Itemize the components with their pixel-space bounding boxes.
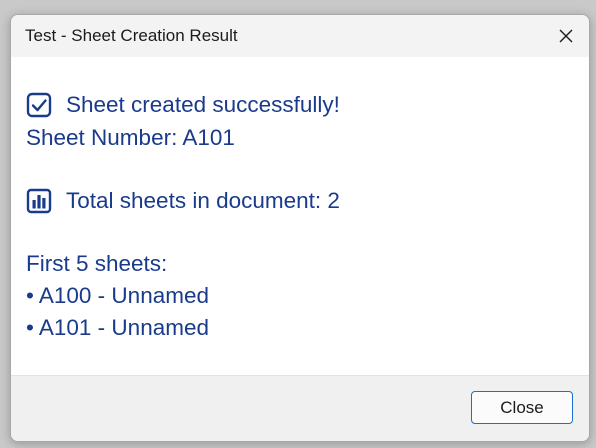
dialog-footer: Close <box>11 375 589 441</box>
dialog-window: Test - Sheet Creation Result Sheet creat… <box>10 14 590 442</box>
sheet-number-text: Sheet Number: A101 <box>26 125 235 150</box>
list-item: • A100 - Unnamed <box>26 283 209 308</box>
close-icon <box>559 29 573 43</box>
list-item: • A101 - Unnamed <box>26 315 209 340</box>
sheets-list-header: First 5 sheets: <box>26 251 168 276</box>
bar-chart-icon <box>26 188 52 214</box>
window-close-button[interactable] <box>543 15 589 57</box>
title-bar: Test - Sheet Creation Result <box>11 15 589 57</box>
check-box-icon <box>26 92 52 118</box>
close-button[interactable]: Close <box>471 391 573 424</box>
total-sheets-text: Total sheets in document: 2 <box>66 188 340 213</box>
total-sheets-line: Total sheets in document: 2 <box>26 186 340 216</box>
success-message: Sheet created successfully! <box>66 92 340 117</box>
success-line: Sheet created successfully! <box>26 90 340 120</box>
window-title: Test - Sheet Creation Result <box>25 26 238 45</box>
message-area: Sheet created successfully! Sheet Number… <box>11 57 589 375</box>
